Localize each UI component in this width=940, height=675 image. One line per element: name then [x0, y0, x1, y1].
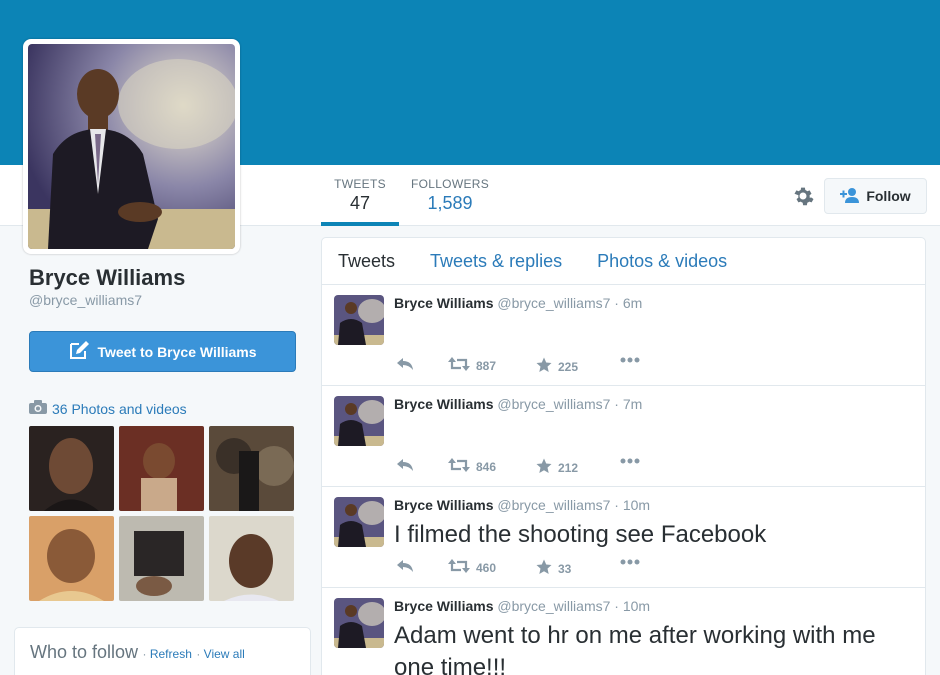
- photo-grid: [29, 426, 296, 601]
- separator-dot: ·: [196, 647, 204, 661]
- tweet[interactable]: Bryce Williams @bryce_williams7 · 6m 887: [322, 285, 925, 386]
- favorite-button[interactable]: 225: [536, 357, 578, 376]
- tweet-author-handle[interactable]: @bryce_williams7: [497, 497, 610, 513]
- separator-dot: ·: [142, 647, 150, 661]
- retweet-icon: [448, 458, 470, 475]
- tab-tweets-replies[interactable]: Tweets & replies: [430, 251, 562, 272]
- photo-thumbnail[interactable]: [29, 426, 114, 511]
- photo-thumbnail[interactable]: [119, 516, 204, 601]
- tweet[interactable]: Bryce Williams @bryce_williams7 · 10m Ad…: [322, 588, 925, 675]
- profile-avatar[interactable]: [23, 39, 240, 254]
- retweet-icon: [448, 559, 470, 576]
- tweet-author-name[interactable]: Bryce Williams: [394, 598, 493, 614]
- compose-icon: [68, 340, 90, 363]
- favorite-count: 33: [558, 561, 572, 576]
- photo-thumbnail[interactable]: [209, 516, 294, 601]
- add-user-icon: [840, 187, 860, 206]
- stat-followers-value: 1,589: [427, 193, 473, 213]
- tweet-to-label: Tweet to Bryce Williams: [97, 343, 257, 360]
- tab-tweets[interactable]: Tweets: [338, 251, 395, 272]
- retweet-button[interactable]: 846: [448, 458, 496, 475]
- tweet-author-name[interactable]: Bryce Williams: [394, 497, 493, 513]
- photos-videos-label: 36 Photos and videos: [52, 400, 187, 417]
- tweet-timestamp[interactable]: · 10m: [614, 598, 650, 614]
- profile-name[interactable]: Bryce Williams: [29, 265, 185, 291]
- more-icon[interactable]: [620, 458, 640, 464]
- tweet-header: Bryce Williams @bryce_williams7 · 10m: [394, 497, 650, 513]
- stat-tweets[interactable]: TWEETS 47: [321, 177, 399, 226]
- tweet-text: Adam went to hr on me after working with…: [394, 622, 876, 675]
- favorite-count: 212: [558, 460, 579, 475]
- retweet-button[interactable]: 887: [448, 357, 496, 374]
- timeline: Tweets Tweets & replies Photos & videos …: [321, 237, 926, 675]
- reply-icon[interactable]: [396, 559, 414, 573]
- tweet-header: Bryce Williams @bryce_williams7 · 10m: [394, 598, 650, 614]
- tweet-timestamp[interactable]: · 6m: [614, 295, 642, 311]
- stat-tweets-label: TWEETS: [334, 177, 386, 191]
- tab-photos-videos[interactable]: Photos & videos: [597, 251, 727, 272]
- photos-videos-link[interactable]: 36 Photos and videos: [29, 400, 187, 417]
- timeline-tabs: Tweets Tweets & replies Photos & videos: [322, 238, 925, 285]
- camera-icon: [29, 400, 47, 417]
- tweet-list: Bryce Williams @bryce_williams7 · 6m 887: [322, 285, 925, 675]
- tweet-timestamp[interactable]: · 7m: [614, 396, 642, 412]
- more-icon[interactable]: [620, 559, 640, 565]
- stat-tweets-value: 47: [349, 193, 371, 213]
- who-to-follow-panel: Who to follow · Refresh · View all: [14, 627, 311, 675]
- stat-followers-label: FOLLOWERS: [410, 177, 490, 191]
- retweet-count: 887: [476, 358, 497, 373]
- tweet[interactable]: Bryce Williams @bryce_williams7 · 7m 846: [322, 386, 925, 487]
- tweet-timestamp[interactable]: · 10m: [614, 497, 650, 513]
- gear-icon[interactable]: [791, 184, 815, 208]
- profile-handle[interactable]: @bryce_williams7: [29, 292, 142, 308]
- refresh-link[interactable]: Refresh: [150, 647, 192, 661]
- tweet-author-name[interactable]: Bryce Williams: [394, 396, 493, 412]
- who-to-follow-title: Who to follow: [30, 642, 139, 662]
- retweet-button[interactable]: 460: [448, 559, 496, 576]
- favorite-button[interactable]: 212: [536, 458, 578, 477]
- favorite-button[interactable]: 33: [536, 559, 571, 578]
- tweet-author-handle[interactable]: @bryce_williams7: [497, 396, 610, 412]
- tweet-header: Bryce Williams @bryce_williams7 · 6m: [394, 295, 642, 311]
- retweet-icon: [448, 357, 470, 374]
- tweet-author-handle[interactable]: @bryce_williams7: [497, 295, 610, 311]
- star-icon: [536, 458, 552, 477]
- tweet-avatar[interactable]: [334, 598, 384, 648]
- tweet-to-button[interactable]: Tweet to Bryce Williams: [29, 331, 296, 372]
- tweet-author-handle[interactable]: @bryce_williams7: [497, 598, 610, 614]
- reply-icon[interactable]: [396, 458, 414, 472]
- more-icon[interactable]: [620, 357, 640, 363]
- follow-button[interactable]: Follow: [824, 178, 927, 214]
- tweet-text: I filmed the shooting see Facebook: [394, 521, 767, 548]
- tweet-avatar[interactable]: [334, 497, 384, 547]
- reply-icon[interactable]: [396, 357, 414, 371]
- view-all-link[interactable]: View all: [204, 647, 245, 661]
- photo-thumbnail[interactable]: [209, 426, 294, 511]
- tweet-author-name[interactable]: Bryce Williams: [394, 295, 493, 311]
- favorite-count: 225: [558, 359, 579, 374]
- tweet-avatar[interactable]: [334, 396, 384, 446]
- tweet[interactable]: Bryce Williams @bryce_williams7 · 10m I …: [322, 487, 925, 588]
- retweet-count: 846: [476, 459, 497, 474]
- tweet-header: Bryce Williams @bryce_williams7 · 7m: [394, 396, 642, 412]
- tweet-avatar[interactable]: [334, 295, 384, 345]
- stat-followers[interactable]: FOLLOWERS 1,589: [410, 177, 490, 214]
- star-icon: [536, 357, 552, 376]
- follow-button-label: Follow: [866, 188, 911, 204]
- retweet-count: 460: [476, 560, 497, 575]
- photo-thumbnail[interactable]: [119, 426, 204, 511]
- star-icon: [536, 559, 552, 578]
- profile-avatar-image: [28, 44, 235, 249]
- photo-thumbnail[interactable]: [29, 516, 114, 601]
